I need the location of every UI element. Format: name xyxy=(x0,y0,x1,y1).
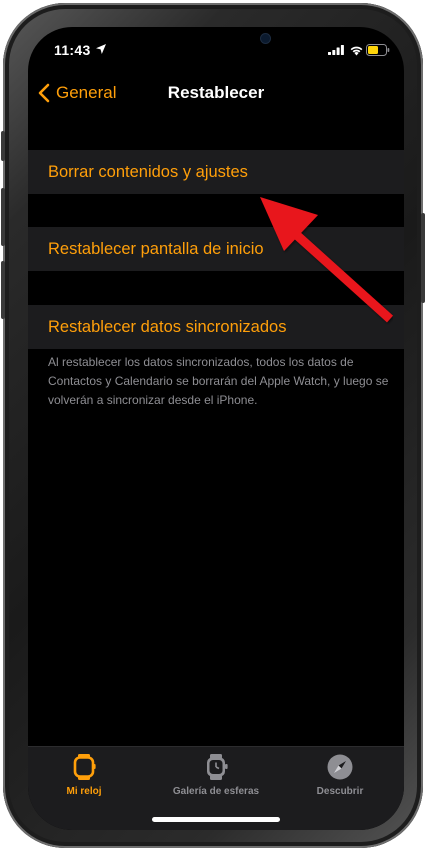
front-camera xyxy=(261,34,270,43)
status-time: 11:43 xyxy=(54,42,91,58)
watch-icon xyxy=(73,754,96,780)
tab-my-watch[interactable]: Mi reloj xyxy=(28,753,144,797)
notch xyxy=(116,27,316,57)
battery-icon xyxy=(366,44,390,56)
signal-bars-icon xyxy=(328,45,344,55)
compass-icon xyxy=(327,754,353,780)
iphone-frame: 11:43 General Restablecer Borrar conteni… xyxy=(1,3,425,848)
tab-discover[interactable]: Descubrir xyxy=(280,753,400,797)
cell-label: Restablecer pantalla de inicio xyxy=(48,239,264,258)
page-title: Restablecer xyxy=(167,83,265,102)
cell-label: Borrar contenidos y ajustes xyxy=(48,162,248,181)
watch-face-icon xyxy=(207,754,228,780)
location-arrow-icon xyxy=(96,44,106,54)
volume-up-button xyxy=(1,188,5,246)
tab-face-gallery[interactable]: Galería de esferas xyxy=(156,753,276,797)
navigation-bar: General Restablecer xyxy=(28,71,404,115)
tab-label: Descubrir xyxy=(316,786,364,797)
home-indicator[interactable] xyxy=(152,817,280,822)
wifi-icon xyxy=(350,46,363,56)
tab-label: Galería de esferas xyxy=(172,786,260,797)
power-button xyxy=(421,213,425,303)
tab-label: Mi reloj xyxy=(66,786,102,797)
volume-down-button xyxy=(1,261,5,319)
footer-note: Al restablecer los datos sincronizados, … xyxy=(48,355,389,407)
screen: 11:43 General Restablecer Borrar conteni… xyxy=(28,27,404,830)
tab-bar: Mi reloj Galería de esferas Descubrir xyxy=(28,746,404,830)
silent-switch xyxy=(1,131,5,161)
red-arrow-annotation xyxy=(260,197,393,323)
